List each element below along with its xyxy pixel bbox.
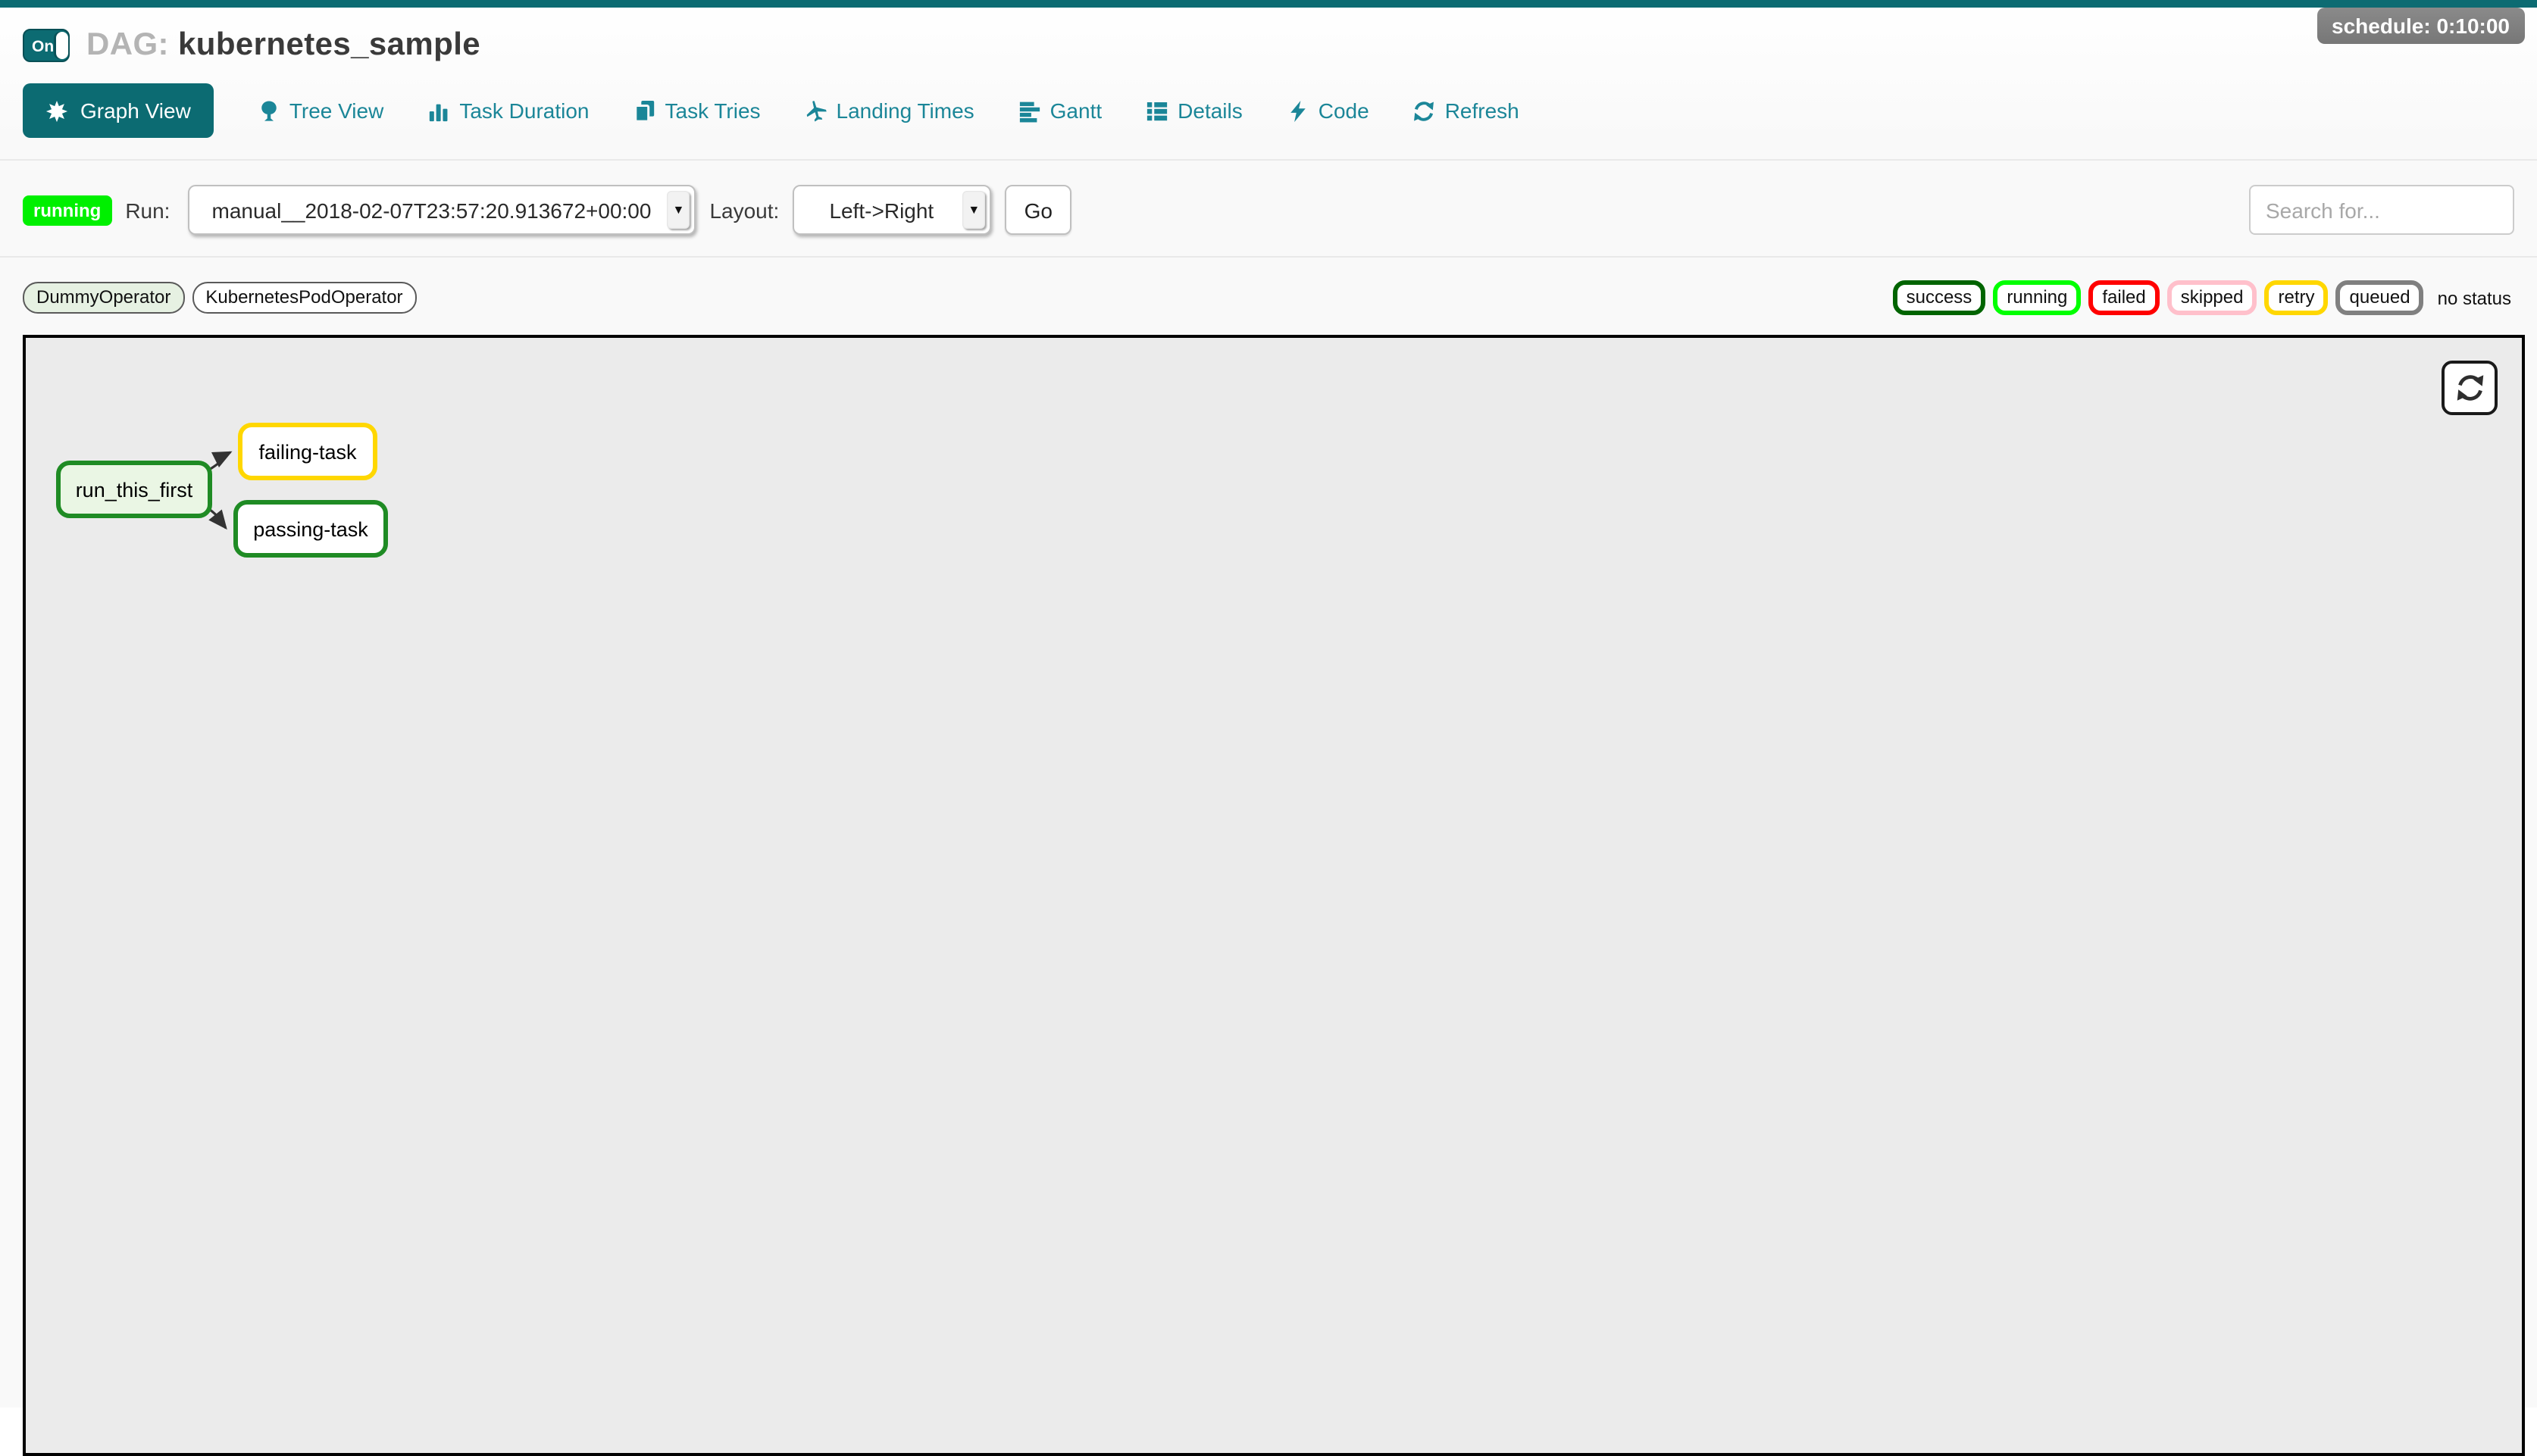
list-icon: [1146, 99, 1168, 122]
dag-on-toggle-label: On: [32, 37, 54, 55]
operator-legend-dummyoperator: DummyOperator: [23, 282, 184, 314]
tab-label: Landing Times: [837, 98, 974, 123]
bar-chart-icon: [427, 99, 450, 122]
graph-refresh-button[interactable]: [2442, 361, 2498, 415]
top-navbar: [0, 0, 2537, 8]
tab-label: Tree View: [289, 98, 384, 123]
tab-refresh[interactable]: Refresh: [1413, 98, 1519, 123]
view-nav: Graph View Tree View Task Duration Task …: [0, 64, 2537, 138]
status-legend-no-status: no status: [2432, 287, 2514, 308]
legend-row: DummyOperator KubernetesPodOperator succ…: [0, 258, 2537, 315]
tab-label: Gantt: [1050, 98, 1103, 123]
toggle-knob: [56, 32, 68, 59]
task-node-run_this_first[interactable]: run_this_first: [56, 461, 212, 518]
refresh-icon: [2454, 373, 2485, 403]
tab-task-tries[interactable]: Task Tries: [633, 98, 761, 123]
run-select-value: manual__2018-02-07T23:57:20.913672+00:00: [189, 198, 694, 222]
status-legend-retry: retry: [2265, 280, 2329, 315]
task-node-passing-task[interactable]: passing-task: [233, 500, 388, 558]
chevron-down-icon: ▼: [962, 191, 985, 229]
tab-details[interactable]: Details: [1146, 98, 1243, 123]
tab-label: Task Tries: [665, 98, 761, 123]
page-title: DAG: kubernetes_sample: [86, 27, 480, 64]
status-legend-skipped: skipped: [2167, 280, 2257, 315]
layout-select-value: Left->Right: [794, 198, 990, 222]
tab-label: Graph View: [80, 98, 191, 123]
status-legend: success running failed skipped retry que…: [1893, 280, 2514, 315]
tab-tree-view[interactable]: Tree View: [258, 98, 384, 123]
run-status-badge: running: [23, 195, 111, 225]
tab-graph-view[interactable]: Graph View: [23, 83, 214, 138]
tab-landing-times[interactable]: Landing Times: [805, 98, 974, 123]
edge-run_this_first-to-passing-task: [209, 509, 226, 528]
tree-icon: [258, 99, 280, 122]
operator-legend-kubernetespodoperator: KubernetesPodOperator: [192, 282, 416, 314]
tab-code[interactable]: Code: [1287, 98, 1369, 123]
schedule-badge: schedule: 0:10:00: [2316, 8, 2525, 44]
airflow-dag-page: schedule: 0:10:00 On DAG: kubernetes_sam…: [0, 0, 2537, 1408]
tab-gantt[interactable]: Gantt: [1018, 98, 1103, 123]
tab-label: Code: [1319, 98, 1369, 123]
status-legend-failed: failed: [2088, 280, 2159, 315]
dag-header: On DAG: kubernetes_sample: [0, 8, 2537, 64]
refresh-icon: [1413, 99, 1436, 122]
dag-on-toggle[interactable]: On: [23, 29, 70, 62]
copy-icon: [633, 99, 656, 122]
tab-label: Task Duration: [459, 98, 589, 123]
burst-icon: [45, 99, 68, 122]
search-input[interactable]: [2249, 185, 2514, 235]
go-button[interactable]: Go: [1005, 185, 1071, 235]
tab-label: Details: [1178, 98, 1243, 123]
task-node-failing-task[interactable]: failing-task: [238, 423, 377, 480]
layout-select[interactable]: Left->Right ▼: [793, 185, 991, 235]
tab-label: Refresh: [1445, 98, 1519, 123]
layout-label: Layout:: [709, 198, 779, 222]
dag-name: kubernetes_sample: [178, 27, 480, 62]
run-select[interactable]: manual__2018-02-07T23:57:20.913672+00:00…: [188, 185, 696, 235]
status-legend-running: running: [1993, 280, 2081, 315]
dag-graph-canvas: run_this_first failing-task passing-task: [23, 335, 2525, 1456]
run-label: Run:: [125, 198, 170, 222]
status-legend-queued: queued: [2336, 280, 2424, 315]
chevron-down-icon: ▼: [667, 191, 690, 229]
plane-icon: [805, 99, 827, 122]
tab-task-duration[interactable]: Task Duration: [427, 98, 589, 123]
status-legend-success: success: [1893, 280, 1986, 315]
edge-run_this_first-to-failing-task: [209, 452, 230, 470]
dag-prefix-label: DAG:: [86, 27, 169, 62]
bolt-icon: [1287, 99, 1309, 122]
align-left-icon: [1018, 99, 1041, 122]
run-controls: running Run: manual__2018-02-07T23:57:20…: [0, 161, 2537, 235]
